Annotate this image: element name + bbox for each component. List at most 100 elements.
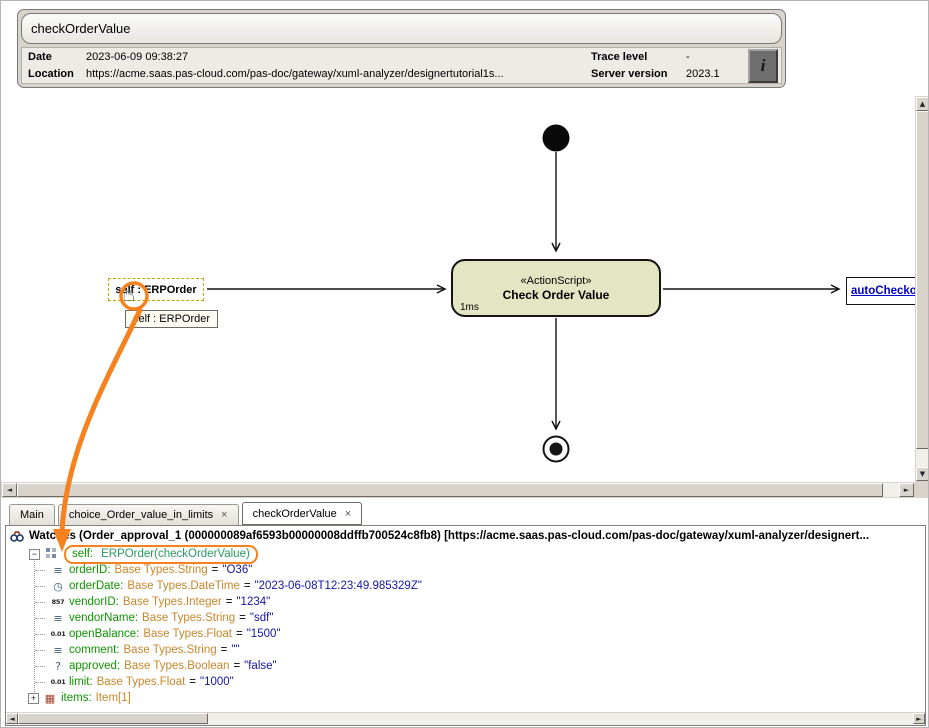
watch-type: Base Types.String xyxy=(142,612,235,624)
next-activity-link-box[interactable]: autoCheckou xyxy=(846,277,916,305)
equals-sign: = xyxy=(226,596,233,608)
diagram-horizontal-scrollbar[interactable]: ◄ ► xyxy=(1,482,915,498)
float-icon: 0.01 xyxy=(50,630,66,638)
watch-value: "2023-06-08T12:23:49.985329Z" xyxy=(255,580,422,592)
equals-sign: = xyxy=(189,676,196,688)
watch-type: Base Types.DateTime xyxy=(127,580,240,592)
scroll-down-button[interactable]: ▼ xyxy=(916,467,929,481)
watch-row-limit[interactable]: 0.01 limit: Base Types.Float = "1000" xyxy=(6,674,925,690)
tab-checkordervalue[interactable]: checkOrderValue × xyxy=(242,502,363,525)
equals-sign: = xyxy=(236,628,243,640)
vertical-scroll-thumb[interactable] xyxy=(916,111,929,449)
scroll-right-button[interactable]: ► xyxy=(899,483,914,497)
object-icon xyxy=(43,547,59,562)
watch-row-vendorname[interactable]: ≡ vendorName: Base Types.String = "sdf" xyxy=(6,610,925,626)
activity-node-check-order-value[interactable]: «ActionScript» Check Order Value 1ms xyxy=(451,259,661,317)
equals-sign: = xyxy=(212,564,219,576)
final-node-dot xyxy=(550,443,563,456)
xuml-analyzer-window: «ActionScript» Check Order Value 1ms sel… xyxy=(0,0,929,728)
tab-label: choice_Order_value_in_limits xyxy=(69,509,213,521)
scroll-left-button[interactable]: ◄ xyxy=(6,713,18,724)
watch-name: vendorName: xyxy=(69,612,138,624)
watch-row-approved[interactable]: ? approved: Base Types.Boolean = "false" xyxy=(6,658,925,674)
watch-type: Base Types.String xyxy=(124,644,217,656)
watch-row-comment[interactable]: ≡ comment: Base Types.String = "" xyxy=(6,642,925,658)
trace-level-label: Trace level xyxy=(591,51,686,63)
watch-name: self: xyxy=(72,548,93,560)
watch-name: orderDate: xyxy=(69,580,123,592)
watch-type: Base Types.Float xyxy=(143,628,232,640)
trace-level-value: - xyxy=(686,51,741,63)
watch-row-self[interactable]: − self: ERPOrder(checkOrderValue) xyxy=(6,546,925,562)
date-label: Date xyxy=(28,51,86,63)
trace-info-panel: Date 2023-06-09 09:38:27 Trace level - L… xyxy=(21,47,782,84)
activity-duration: 1ms xyxy=(460,302,479,313)
watch-name: vendorID: xyxy=(69,596,119,608)
string-icon: ≡ xyxy=(50,612,66,625)
watch-name: items: xyxy=(61,692,92,704)
watch-name: limit: xyxy=(69,676,93,688)
activity-name: Check Order Value xyxy=(503,288,610,302)
watch-name: approved: xyxy=(69,660,120,672)
location-value: https://acme.saas.pas-cloud.com/pas-doc/… xyxy=(86,68,591,80)
initial-node[interactable] xyxy=(543,125,570,152)
watches-header: Watches (Order_approval_1 (000000089af65… xyxy=(6,526,925,545)
float-icon: 0.01 xyxy=(50,678,66,686)
watches-scroll-thumb[interactable] xyxy=(18,713,208,724)
tab-label: checkOrderValue xyxy=(253,508,337,520)
scroll-left-button[interactable]: ◄ xyxy=(2,483,17,497)
watch-value: "1000" xyxy=(200,676,234,688)
watch-row-orderdate[interactable]: ◷ orderDate: Base Types.DateTime = "2023… xyxy=(6,578,925,594)
date-value: 2023-06-09 09:38:27 xyxy=(86,51,591,63)
string-icon: ≡ xyxy=(50,644,66,657)
boolean-icon: ? xyxy=(50,660,66,673)
watches-icon xyxy=(10,529,24,543)
scroll-up-button[interactable]: ▲ xyxy=(916,97,929,111)
integer-icon: 857 xyxy=(50,598,66,606)
watch-row-openbalance[interactable]: 0.01 openBalance: Base Types.Float = "15… xyxy=(6,626,925,642)
scroll-right-button[interactable]: ► xyxy=(913,713,925,724)
equals-sign: = xyxy=(233,660,240,672)
watch-name: comment: xyxy=(69,644,120,656)
close-tab-icon[interactable]: × xyxy=(221,509,227,521)
equals-sign: = xyxy=(239,612,246,624)
close-tab-icon[interactable]: × xyxy=(345,508,351,520)
diagram-vertical-scrollbar[interactable]: ▲ ▼ xyxy=(915,96,929,482)
string-icon: ≡ xyxy=(50,564,66,577)
tab-choice-order-value-in-limits[interactable]: choice_Order_value_in_limits × xyxy=(58,504,239,525)
watch-type: Base Types.Float xyxy=(97,676,186,688)
watches-panel: Watches (Order_approval_1 (000000089af65… xyxy=(5,525,926,726)
watch-value: "1234" xyxy=(236,596,270,608)
server-version-value: 2023.1 xyxy=(686,68,741,80)
object-node-tooltip: self : ERPOrder xyxy=(125,310,218,328)
watch-type: ERPOrder(checkOrderValue) xyxy=(101,548,250,560)
hand-cursor-icon: ☝ xyxy=(123,282,135,306)
datetime-icon: ◷ xyxy=(50,580,66,593)
watch-row-orderid[interactable]: ≡ orderID: Base Types.String = "O36" xyxy=(6,562,925,578)
watch-row-vendorid[interactable]: 857 vendorID: Base Types.Integer = "1234… xyxy=(6,594,925,610)
watch-type: Base Types.Boolean xyxy=(124,660,229,672)
tab-main[interactable]: Main xyxy=(9,504,55,525)
equals-sign: = xyxy=(221,644,228,656)
expand-items-icon[interactable]: + xyxy=(28,693,39,704)
watch-type: Base Types.String xyxy=(115,564,208,576)
watches-tree: − self: ERPOrder(checkOrderValue) ≡ ord xyxy=(6,545,925,706)
watch-type: Base Types.Integer xyxy=(123,596,222,608)
auto-checkout-link[interactable]: autoCheckou xyxy=(851,285,916,297)
watch-value: "" xyxy=(231,644,239,656)
horizontal-scroll-thumb[interactable] xyxy=(17,483,883,497)
watch-row-items[interactable]: + ▦ items: Item[1] xyxy=(6,690,925,706)
trace-title: checkOrderValue xyxy=(21,13,782,44)
annotation-highlight-box: self: ERPOrder(checkOrderValue) xyxy=(64,545,258,564)
scrollbar-corner xyxy=(915,482,929,498)
watch-value: "sdf" xyxy=(250,612,274,624)
info-button[interactable]: i xyxy=(748,49,778,83)
tab-label: Main xyxy=(20,509,44,521)
watch-name: openBalance: xyxy=(69,628,139,640)
watch-value: "1500" xyxy=(247,628,281,640)
watches-horizontal-scrollbar[interactable]: ◄ ► xyxy=(6,712,925,725)
server-version-label: Server version xyxy=(591,68,686,80)
collapse-self-icon[interactable]: − xyxy=(29,549,40,560)
trace-header-panel: checkOrderValue Date 2023-06-09 09:38:27… xyxy=(17,9,786,88)
watches-title: Watches (Order_approval_1 (000000089af65… xyxy=(29,530,869,542)
